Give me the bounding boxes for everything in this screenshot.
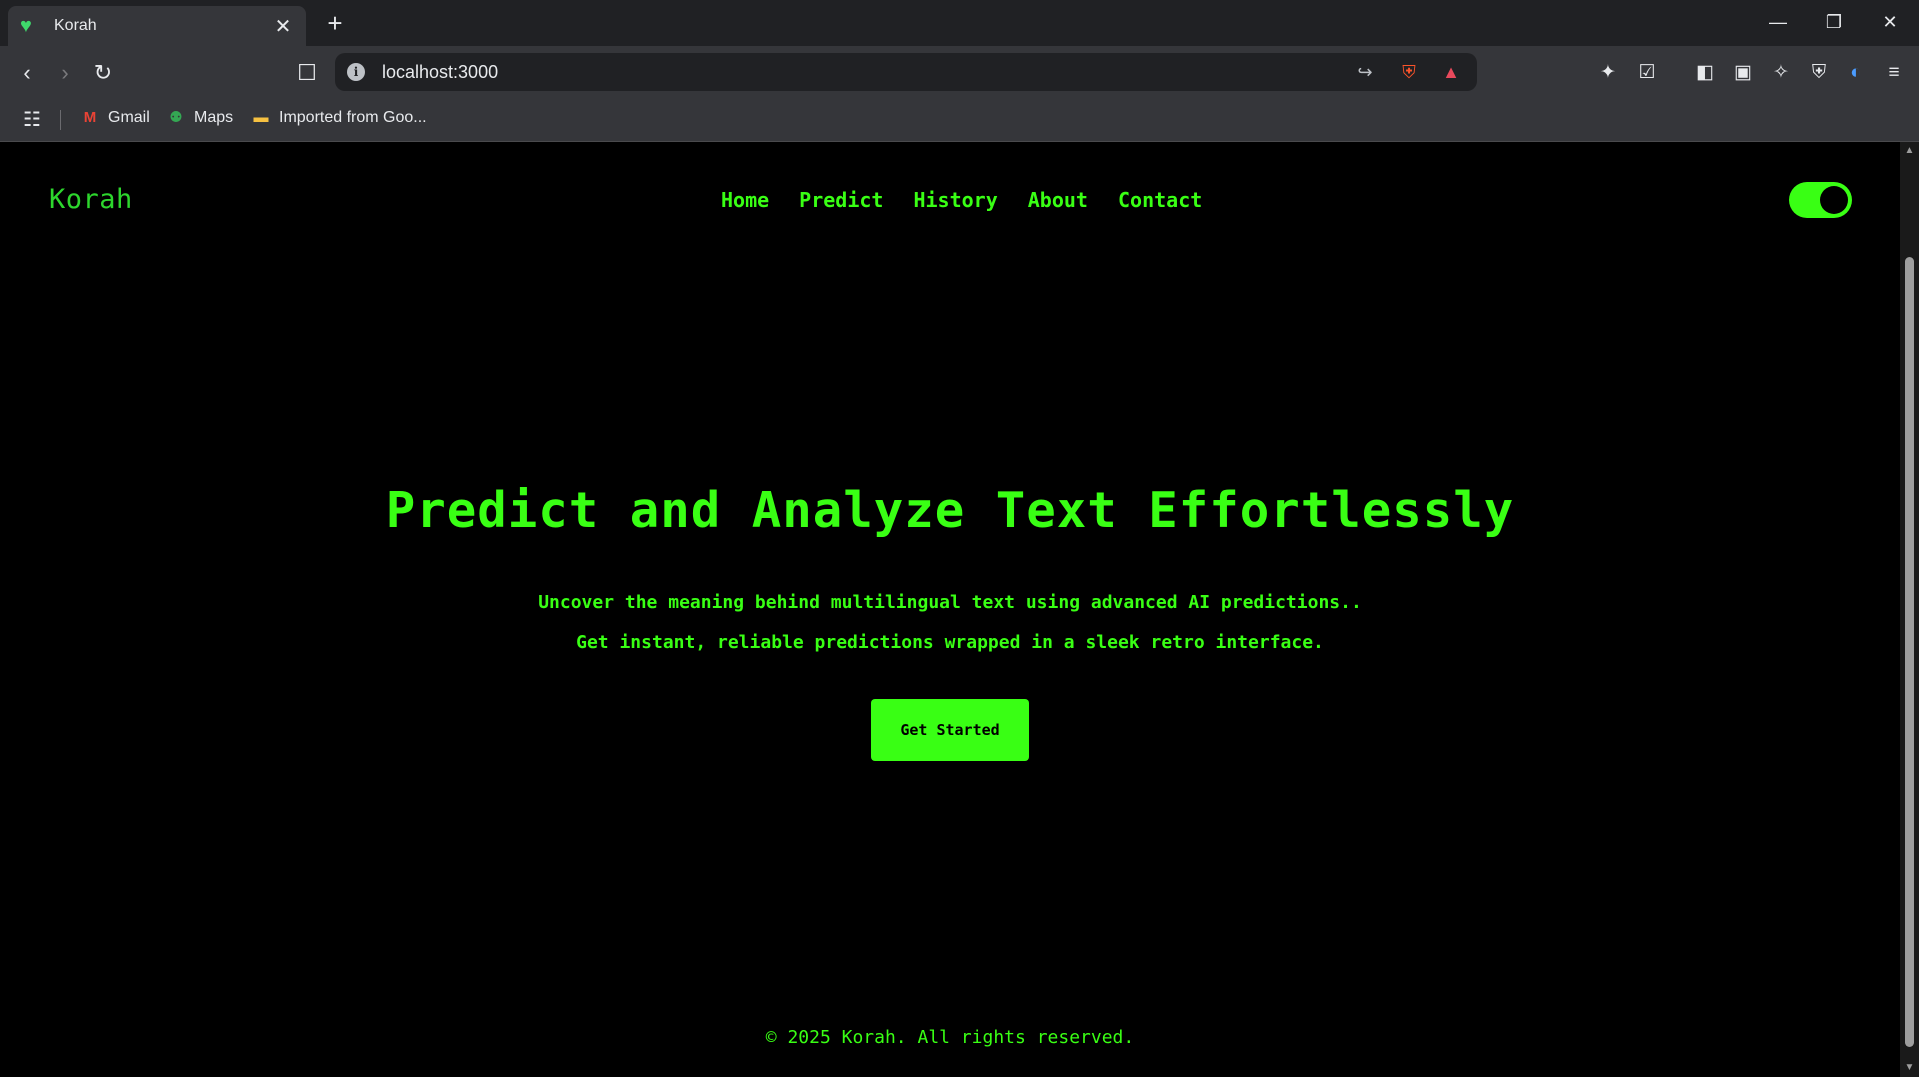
brave-rewards-icon[interactable]: ▲ (1439, 60, 1463, 84)
restore-icon[interactable]: ❐ (1814, 8, 1854, 36)
bookmark-maps[interactable]: ⚉ Maps (166, 108, 233, 128)
footer-copyright: © 2025 Korah. All rights reserved. (765, 1027, 1135, 1048)
reader-mode-icon[interactable]: ☑ (1633, 59, 1661, 87)
forward-icon[interactable]: › (50, 58, 80, 88)
close-window-icon[interactable]: ✕ (1870, 8, 1910, 36)
browser-tab-strip: ♥ Korah ✕ + — ❐ ✕ (0, 0, 1919, 46)
toggle-knob (1820, 186, 1848, 214)
gmail-icon: M (83, 109, 97, 126)
reload-icon[interactable]: ↻ (88, 58, 118, 88)
brave-shields-icon[interactable]: ⛨ (1397, 60, 1421, 84)
address-bar[interactable]: i localhost:3000 ↪ ⛨ ▲ (335, 53, 1477, 91)
nav-about[interactable]: About (1028, 188, 1088, 212)
site-info-icon[interactable]: i (347, 63, 365, 81)
nav-home[interactable]: Home (721, 188, 769, 212)
bookmarks-bar: ☷ M Gmail ⚉ Maps ▬ Imported from Goo... (0, 98, 1919, 142)
folder-icon: ▬ (253, 109, 269, 126)
bookmark-label: Imported from Goo... (279, 109, 427, 126)
wallet-icon[interactable]: ▣ (1729, 59, 1757, 87)
apps-grid-icon[interactable]: ☷ (20, 108, 44, 132)
scroll-thumb[interactable] (1905, 257, 1914, 1047)
new-tab-button[interactable]: + (320, 8, 350, 38)
scroll-down-icon[interactable]: ▼ (1904, 1062, 1915, 1074)
page-viewport: Korah Home Predict History About Contact… (0, 142, 1900, 1077)
back-icon[interactable]: ‹ (12, 58, 42, 88)
browser-toolbar: ‹ › ↻ ☐ i localhost:3000 ↪ ⛨ ▲ ✦ ☑ ◧ ▣ ✧… (0, 46, 1919, 98)
green-heart-icon: ♥ (20, 15, 32, 37)
page-scrollbar[interactable]: ▲ ▼ (1900, 142, 1919, 1077)
hero-description-line-2: Get instant, reliable predictions wrappe… (576, 632, 1324, 653)
hero-title: Predict and Analyze Text Effortlessly (385, 482, 1515, 539)
scroll-up-icon[interactable]: ▲ (1904, 145, 1915, 157)
vpn-icon[interactable]: ⛨ (1805, 59, 1833, 87)
bookmark-imported-folder[interactable]: ▬ Imported from Goo... (251, 108, 427, 128)
nav-contact[interactable]: Contact (1118, 188, 1202, 212)
maps-pin-icon: ⚉ (169, 109, 183, 126)
profile-icon[interactable]: ◐ (1842, 59, 1870, 87)
bookmark-gmail[interactable]: M Gmail (80, 108, 150, 128)
site-nav: Home Predict History About Contact (721, 188, 1202, 212)
nav-predict[interactable]: Predict (799, 188, 883, 212)
leo-ai-icon[interactable]: ✧ (1767, 59, 1795, 87)
url-text[interactable]: localhost:3000 (382, 62, 498, 83)
sidebar-icon[interactable]: ◧ (1691, 59, 1719, 87)
bookmarks-divider (60, 110, 61, 130)
tab-title: Korah (54, 17, 97, 34)
minimize-icon[interactable]: — (1758, 8, 1798, 36)
bookmark-label: Maps (194, 109, 234, 126)
menu-icon[interactable]: ≡ (1880, 59, 1908, 87)
browser-tab[interactable]: ♥ Korah ✕ (8, 6, 306, 46)
theme-toggle[interactable] (1789, 182, 1852, 218)
extensions-icon[interactable]: ✦ (1594, 59, 1622, 87)
hero-description-line-1: Uncover the meaning behind multilingual … (538, 592, 1362, 613)
share-icon[interactable]: ↪ (1353, 60, 1377, 84)
get-started-button[interactable]: Get Started (871, 699, 1029, 761)
bookmark-icon[interactable]: ☐ (292, 58, 322, 88)
close-tab-icon[interactable]: ✕ (272, 14, 294, 39)
bookmark-label: Gmail (108, 109, 150, 126)
site-logo[interactable]: Korah (49, 184, 133, 215)
nav-history[interactable]: History (913, 188, 997, 212)
